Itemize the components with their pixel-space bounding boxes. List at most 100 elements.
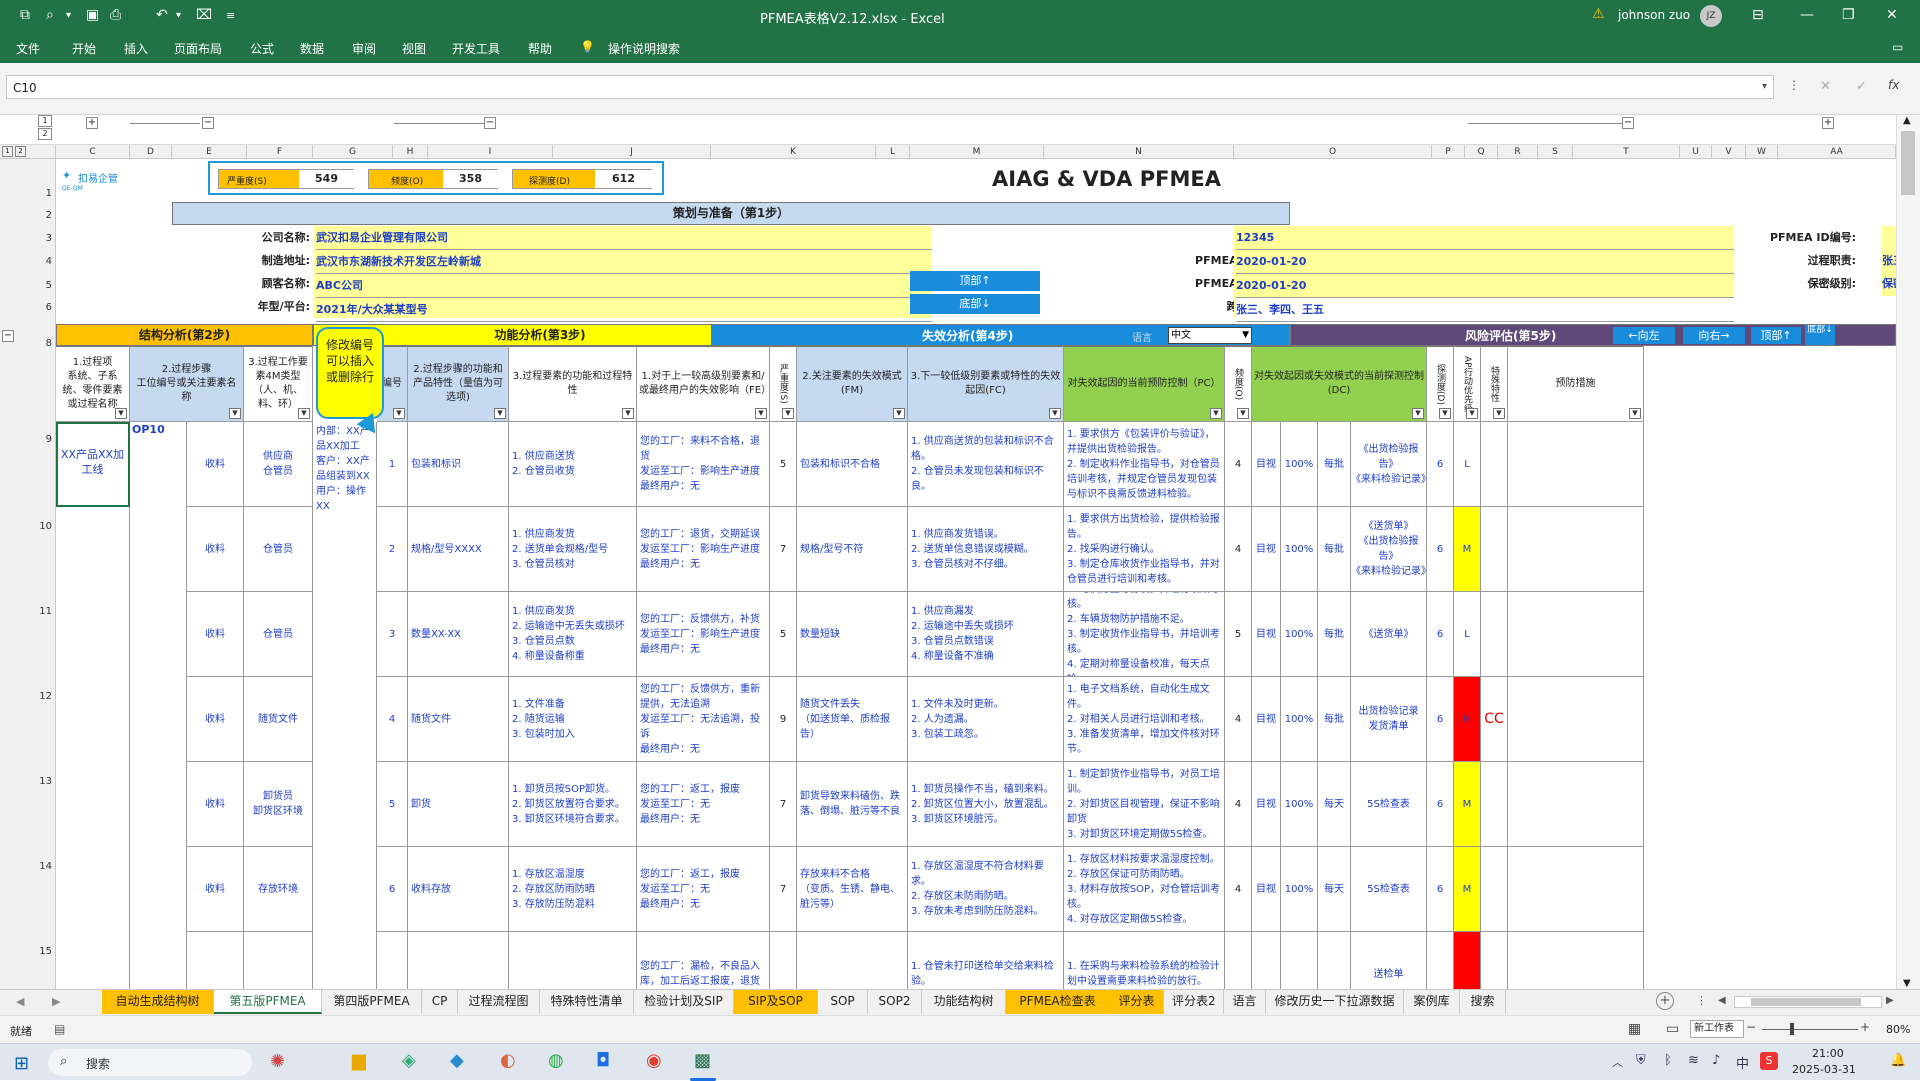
row-number-cell[interactable]: 5: [377, 762, 408, 847]
tab-help[interactable]: 帮助: [528, 40, 552, 57]
clock-date[interactable]: 2025-03-31: [1792, 1063, 1856, 1076]
detection-method-cell[interactable]: 目视: [1252, 847, 1281, 932]
zoom-slider[interactable]: [1762, 1029, 1858, 1030]
sheet-tab[interactable]: 过程流程图: [458, 990, 540, 1014]
filter-dropdown-icon[interactable]: ▼: [893, 408, 905, 419]
detection-record-cell[interactable]: 《出货检验报告》 《来料检验记录》: [1351, 422, 1427, 507]
column-letter-v[interactable]: V: [1712, 145, 1746, 159]
add-sheet-icon[interactable]: +: [1656, 992, 1674, 1010]
detection-frequency-cell[interactable]: [1318, 932, 1351, 989]
column-letter-o[interactable]: O: [1234, 145, 1432, 159]
hscroll-thumb[interactable]: [1751, 998, 1861, 1006]
scroll-top-button[interactable]: 顶部↑: [1751, 327, 1801, 344]
autosave-icon[interactable]: ⧉: [20, 7, 30, 23]
hscroll-left-icon[interactable]: ◀: [1718, 995, 1726, 1006]
sheet-tab[interactable]: SIP及SOP: [734, 990, 818, 1014]
failure-effect-cell[interactable]: 您的工厂：漏检，不良品入库，加工后返工报废，退货: [637, 932, 770, 989]
detection-rate-cell[interactable]: 100%: [1281, 847, 1318, 932]
work-element-cell[interactable]: [244, 932, 313, 989]
revision-date-value[interactable]: 2020-01-20: [1236, 274, 1734, 298]
preventive-action-cell[interactable]: [1508, 847, 1644, 932]
outline-level-2[interactable]: 2: [15, 146, 26, 157]
minimize-icon[interactable]: —: [1800, 7, 1814, 23]
detection-method-cell[interactable]: 目视: [1252, 677, 1281, 762]
filter-dropdown-icon[interactable]: ▼: [1412, 408, 1424, 419]
sheet-tab[interactable]: 功能结构树: [922, 990, 1006, 1014]
column-letter-k[interactable]: K: [711, 145, 876, 159]
filter-dropdown-icon[interactable]: ▼: [115, 408, 127, 419]
prevention-control-cell[interactable]: 1. 要求供方出货检验，提供检验报告。 2. 找采购进行确认。 3. 制定仓库收…: [1064, 507, 1225, 592]
more-options-icon[interactable]: ⋮: [1696, 994, 1707, 1007]
collapse-group-icon[interactable]: −: [1622, 117, 1634, 129]
special-characteristic-cell[interactable]: [1481, 762, 1508, 847]
row-number-cell[interactable]: 4: [377, 677, 408, 762]
row-number[interactable]: 4: [0, 256, 56, 267]
scroll-down-icon[interactable]: ▼: [1903, 978, 1911, 989]
widget-icon[interactable]: ✺: [270, 1051, 285, 1072]
preventive-action-cell[interactable]: [1508, 592, 1644, 677]
taskbar-search[interactable]: ⌕ 搜索: [48, 1049, 252, 1076]
work-element-cell[interactable]: 卸货员 卸货区环境: [244, 762, 313, 847]
search-icon[interactable]: ⌕: [46, 7, 54, 23]
failure-mode-cell[interactable]: 规格/型号不符: [797, 507, 908, 592]
step-cell[interactable]: 收料: [187, 847, 244, 932]
product-characteristic-cell[interactable]: 卸货: [408, 762, 509, 847]
tab-formulas[interactable]: 公式: [250, 40, 274, 57]
row-number-cell[interactable]: [377, 932, 408, 989]
action-priority-cell[interactable]: M: [1454, 847, 1481, 932]
column-letter-i[interactable]: I: [428, 145, 553, 159]
detection-cell[interactable]: 6: [1427, 762, 1454, 847]
sheet-tab[interactable]: 第五版PFMEA: [214, 990, 322, 1014]
sheet-tab[interactable]: 搜索: [1460, 990, 1506, 1014]
step-cell[interactable]: [187, 932, 244, 989]
sheet-tab[interactable]: SOP2: [868, 990, 922, 1014]
product-characteristic-cell[interactable]: 随货文件: [408, 677, 509, 762]
column-letter-s[interactable]: S: [1538, 145, 1573, 159]
collapse-group-icon[interactable]: −: [202, 117, 214, 129]
filter-dropdown-icon[interactable]: ▼: [494, 408, 506, 419]
start-date-value[interactable]: 2020-01-20: [1236, 250, 1734, 274]
collapse-group-icon[interactable]: −: [484, 117, 496, 129]
detection-method-cell[interactable]: 目视: [1252, 422, 1281, 507]
name-box[interactable]: C10 ▾: [6, 75, 1774, 99]
action-priority-cell[interactable]: [1454, 932, 1481, 989]
occurrence-cell[interactable]: 5: [1225, 592, 1252, 677]
chat-app-icon[interactable]: ◐: [500, 1050, 516, 1071]
chevron-down-icon[interactable]: ▾: [66, 10, 71, 21]
step-cell[interactable]: 收料: [187, 507, 244, 592]
filter-dropdown-icon[interactable]: ▼: [229, 408, 241, 419]
normal-view-icon[interactable]: ▦: [1628, 1021, 1641, 1037]
function-item-cell[interactable]: 内部：XX产品XX加工 客户：XX产品组装到XX 用户：操作XX: [313, 422, 377, 989]
prevention-control-cell[interactable]: 1. 与供方签订协议，并进行绩效考核。 2. 车辆货物防护措施不足。 3. 制定…: [1064, 592, 1225, 677]
detection-method-cell[interactable]: 目视: [1252, 762, 1281, 847]
detection-rate-cell[interactable]: 100%: [1281, 422, 1318, 507]
failure-effect-cell[interactable]: 您的工厂：反馈供方，重新提供，无法追溯 发运至工厂：无法追溯，投诉 最终用户：无: [637, 677, 770, 762]
tab-developer[interactable]: 开发工具: [452, 40, 500, 57]
sheet-tab[interactable]: 评分表: [1110, 990, 1164, 1014]
enter-icon[interactable]: ✓: [1856, 79, 1867, 94]
horizontal-scrollbar[interactable]: [1734, 996, 1882, 1008]
print-icon[interactable]: ⎙: [110, 7, 121, 23]
row-number[interactable]: 15: [0, 946, 56, 957]
preventive-action-cell[interactable]: [1508, 762, 1644, 847]
accessibility-icon[interactable]: ▤: [54, 1022, 65, 1036]
action-priority-cell[interactable]: L: [1454, 592, 1481, 677]
sheet-tab[interactable]: SOP: [818, 990, 868, 1014]
row-number[interactable]: 10: [0, 521, 56, 532]
process-step-cell[interactable]: OP10: [130, 422, 187, 989]
filter-dropdown-icon[interactable]: ▼: [393, 408, 405, 419]
tab-insert[interactable]: 插入: [124, 40, 148, 57]
column-letter-j[interactable]: J: [553, 145, 711, 159]
expand-group-icon[interactable]: +: [86, 117, 98, 129]
failure-mode-cell[interactable]: 随货文件丢失 （如送货单、质检报告）: [797, 677, 908, 762]
detection-record-cell[interactable]: 《送货单》 《出货检验报告》 《来料检验记录》: [1351, 507, 1427, 592]
work-element-cell[interactable]: 随货文件: [244, 677, 313, 762]
sheet-tab[interactable]: CP: [422, 990, 458, 1014]
scroll-thumb[interactable]: [1901, 131, 1915, 195]
detection-rate-cell[interactable]: [1281, 932, 1318, 989]
store-icon[interactable]: ◘: [596, 1050, 610, 1071]
preventive-action-cell[interactable]: [1508, 932, 1644, 989]
severity-cell[interactable]: 7: [770, 847, 797, 932]
filter-dropdown-icon[interactable]: ▼: [1629, 408, 1641, 419]
info-values-far-right[interactable]: 张三 保密: [1882, 226, 1896, 296]
